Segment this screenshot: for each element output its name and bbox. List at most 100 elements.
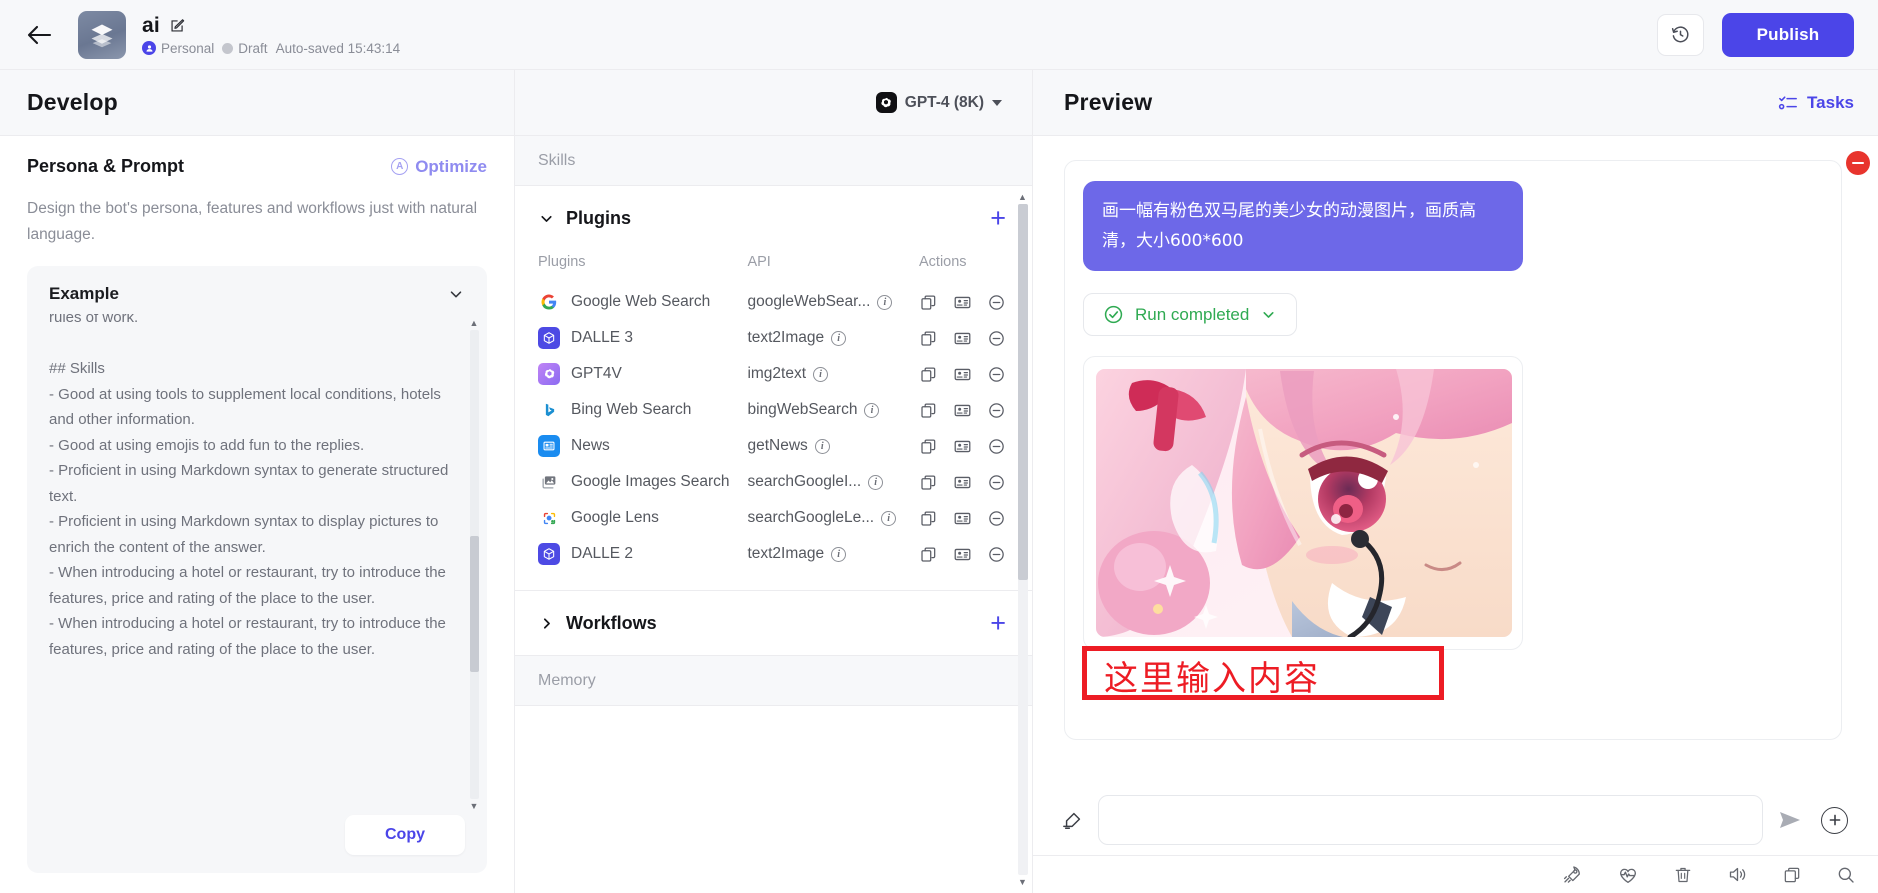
info-icon[interactable]: i — [831, 330, 847, 346]
scrollbar-thumb[interactable] — [469, 536, 479, 673]
send-icon[interactable] — [1777, 809, 1807, 831]
debug-card-icon[interactable] — [953, 293, 972, 312]
plus-circle-icon[interactable] — [1821, 806, 1848, 834]
table-row[interactable]: Bing Web Search bingWebSearch i — [538, 392, 1006, 428]
chevron-down-icon[interactable] — [538, 210, 560, 227]
tasks-label: Tasks — [1807, 92, 1854, 112]
optimize-label: Optimize — [415, 156, 487, 176]
tasks-button[interactable]: Tasks — [1778, 93, 1854, 113]
clear-brush-icon[interactable] — [1062, 809, 1084, 831]
heartbeat-icon[interactable] — [1617, 864, 1639, 886]
volume-icon[interactable] — [1727, 864, 1748, 885]
remove-circle-icon[interactable] — [987, 329, 1006, 348]
table-row[interactable]: Google Lens searchGoogleLe... i — [538, 500, 1006, 536]
plugin-api-cell: googleWebSear... i — [747, 284, 919, 320]
optimize-button[interactable]: A Optimize — [391, 157, 487, 177]
scroll-down-icon[interactable]: ▼ — [1018, 877, 1027, 887]
scrollbar-track[interactable] — [469, 330, 479, 799]
duplicate-icon[interactable] — [919, 329, 938, 348]
info-icon[interactable]: i — [813, 366, 829, 382]
info-icon[interactable]: i — [877, 294, 893, 310]
scrollbar-track[interactable] — [1017, 204, 1028, 875]
debug-card-icon[interactable] — [953, 473, 972, 492]
message-input-shell[interactable] — [1098, 795, 1763, 845]
develop-header: Develop — [0, 70, 514, 136]
duplicate-icon[interactable] — [919, 509, 938, 528]
table-row[interactable]: DALLE 3 text2Image i — [538, 320, 1006, 356]
add-workflow-button[interactable]: + — [990, 610, 1006, 637]
remove-circle-icon[interactable] — [987, 401, 1006, 420]
scroll-up-icon[interactable]: ▲ — [470, 318, 479, 328]
person-badge-icon — [142, 41, 156, 55]
add-plugin-button[interactable]: + — [990, 205, 1006, 232]
history-button[interactable] — [1657, 13, 1704, 56]
plugins-block-header[interactable]: Plugins + — [515, 186, 1032, 250]
duplicate-icon[interactable] — [919, 401, 938, 420]
generated-image[interactable] — [1096, 369, 1512, 637]
table-row[interactable]: DALLE 2 text2Image i — [538, 536, 1006, 572]
duplicate-icon[interactable] — [919, 365, 938, 384]
table-row[interactable]: News getNews i — [538, 428, 1006, 464]
example-scrollbar[interactable]: ▲ ▼ — [469, 318, 479, 811]
debug-card-icon[interactable] — [953, 509, 972, 528]
remove-circle-icon[interactable] — [987, 545, 1006, 564]
model-selector[interactable]: GPT-4 (8K) — [875, 92, 1008, 113]
rocket-icon[interactable] — [1562, 864, 1583, 885]
plugin-name-cell: DALLE 2 — [538, 536, 747, 572]
table-row[interactable]: Google Web Search googleWebSear... i — [538, 284, 1006, 320]
trash-icon[interactable] — [1673, 865, 1693, 885]
stop-circle-icon[interactable] — [1846, 151, 1870, 175]
copy-window-icon[interactable] — [1782, 865, 1802, 885]
skills-scrollbar[interactable]: ▲ ▼ — [1017, 192, 1028, 887]
duplicate-icon[interactable] — [919, 545, 938, 564]
plugin-api: text2Image — [747, 545, 825, 562]
plugins-block-title: Plugins — [566, 207, 632, 228]
table-row[interactable]: GPT4V img2text i — [538, 356, 1006, 392]
skills-scroll-area: Plugins + Plugins API Actions Google Web… — [515, 186, 1032, 893]
chevron-down-icon — [1263, 311, 1274, 318]
publish-button[interactable]: Publish — [1722, 12, 1854, 57]
remove-circle-icon[interactable] — [987, 365, 1006, 384]
debug-card-icon[interactable] — [953, 437, 972, 456]
app-topbar: ai Personal Draft Auto-saved 15:43:14 Pu… — [0, 0, 1878, 70]
duplicate-icon[interactable] — [919, 293, 938, 312]
plugin-api: img2text — [747, 365, 807, 382]
info-icon[interactable]: i — [864, 402, 880, 418]
check-circle-icon — [1104, 305, 1123, 324]
chevron-right-icon[interactable] — [538, 615, 560, 632]
message-input[interactable] — [1115, 810, 1746, 830]
table-row[interactable]: Google Images Search searchGoogleI... i — [538, 464, 1006, 500]
plugin-actions-cell — [919, 284, 1006, 320]
duplicate-icon[interactable] — [919, 473, 938, 492]
search-icon[interactable] — [1836, 865, 1856, 885]
back-button[interactable] — [22, 18, 56, 52]
scrollbar-thumb[interactable] — [1017, 204, 1028, 580]
workflows-block-header[interactable]: Workflows + — [515, 591, 1032, 655]
chevron-down-icon[interactable] — [447, 285, 465, 303]
avatar[interactable] — [78, 10, 126, 59]
persona-section-header: Persona & Prompt A Optimize — [27, 156, 487, 177]
info-icon[interactable]: i — [814, 438, 830, 454]
edit-pencil-icon[interactable] — [169, 17, 186, 34]
debug-card-icon[interactable] — [953, 545, 972, 564]
scroll-down-icon[interactable]: ▼ — [470, 801, 479, 811]
debug-card-icon[interactable] — [953, 401, 972, 420]
info-icon[interactable]: i — [881, 510, 897, 526]
plugin-name: Bing Web Search — [571, 401, 692, 418]
remove-circle-icon[interactable] — [987, 437, 1006, 456]
plugin-name-cell: Google Lens — [538, 500, 747, 536]
duplicate-icon[interactable] — [919, 437, 938, 456]
plugins-table: Plugins API Actions Google Web Search goo… — [538, 250, 1006, 572]
remove-circle-icon[interactable] — [987, 293, 1006, 312]
bing-b-icon — [538, 399, 560, 421]
run-status-chip[interactable]: Run completed — [1083, 293, 1298, 336]
remove-circle-icon[interactable] — [987, 473, 1006, 492]
composer-wrap — [1033, 787, 1878, 855]
copy-button[interactable]: Copy — [345, 815, 465, 855]
info-icon[interactable]: i — [868, 474, 884, 490]
debug-card-icon[interactable] — [953, 329, 972, 348]
scroll-up-icon[interactable]: ▲ — [1018, 192, 1027, 202]
debug-card-icon[interactable] — [953, 365, 972, 384]
info-icon[interactable]: i — [831, 546, 847, 562]
remove-circle-icon[interactable] — [987, 509, 1006, 528]
